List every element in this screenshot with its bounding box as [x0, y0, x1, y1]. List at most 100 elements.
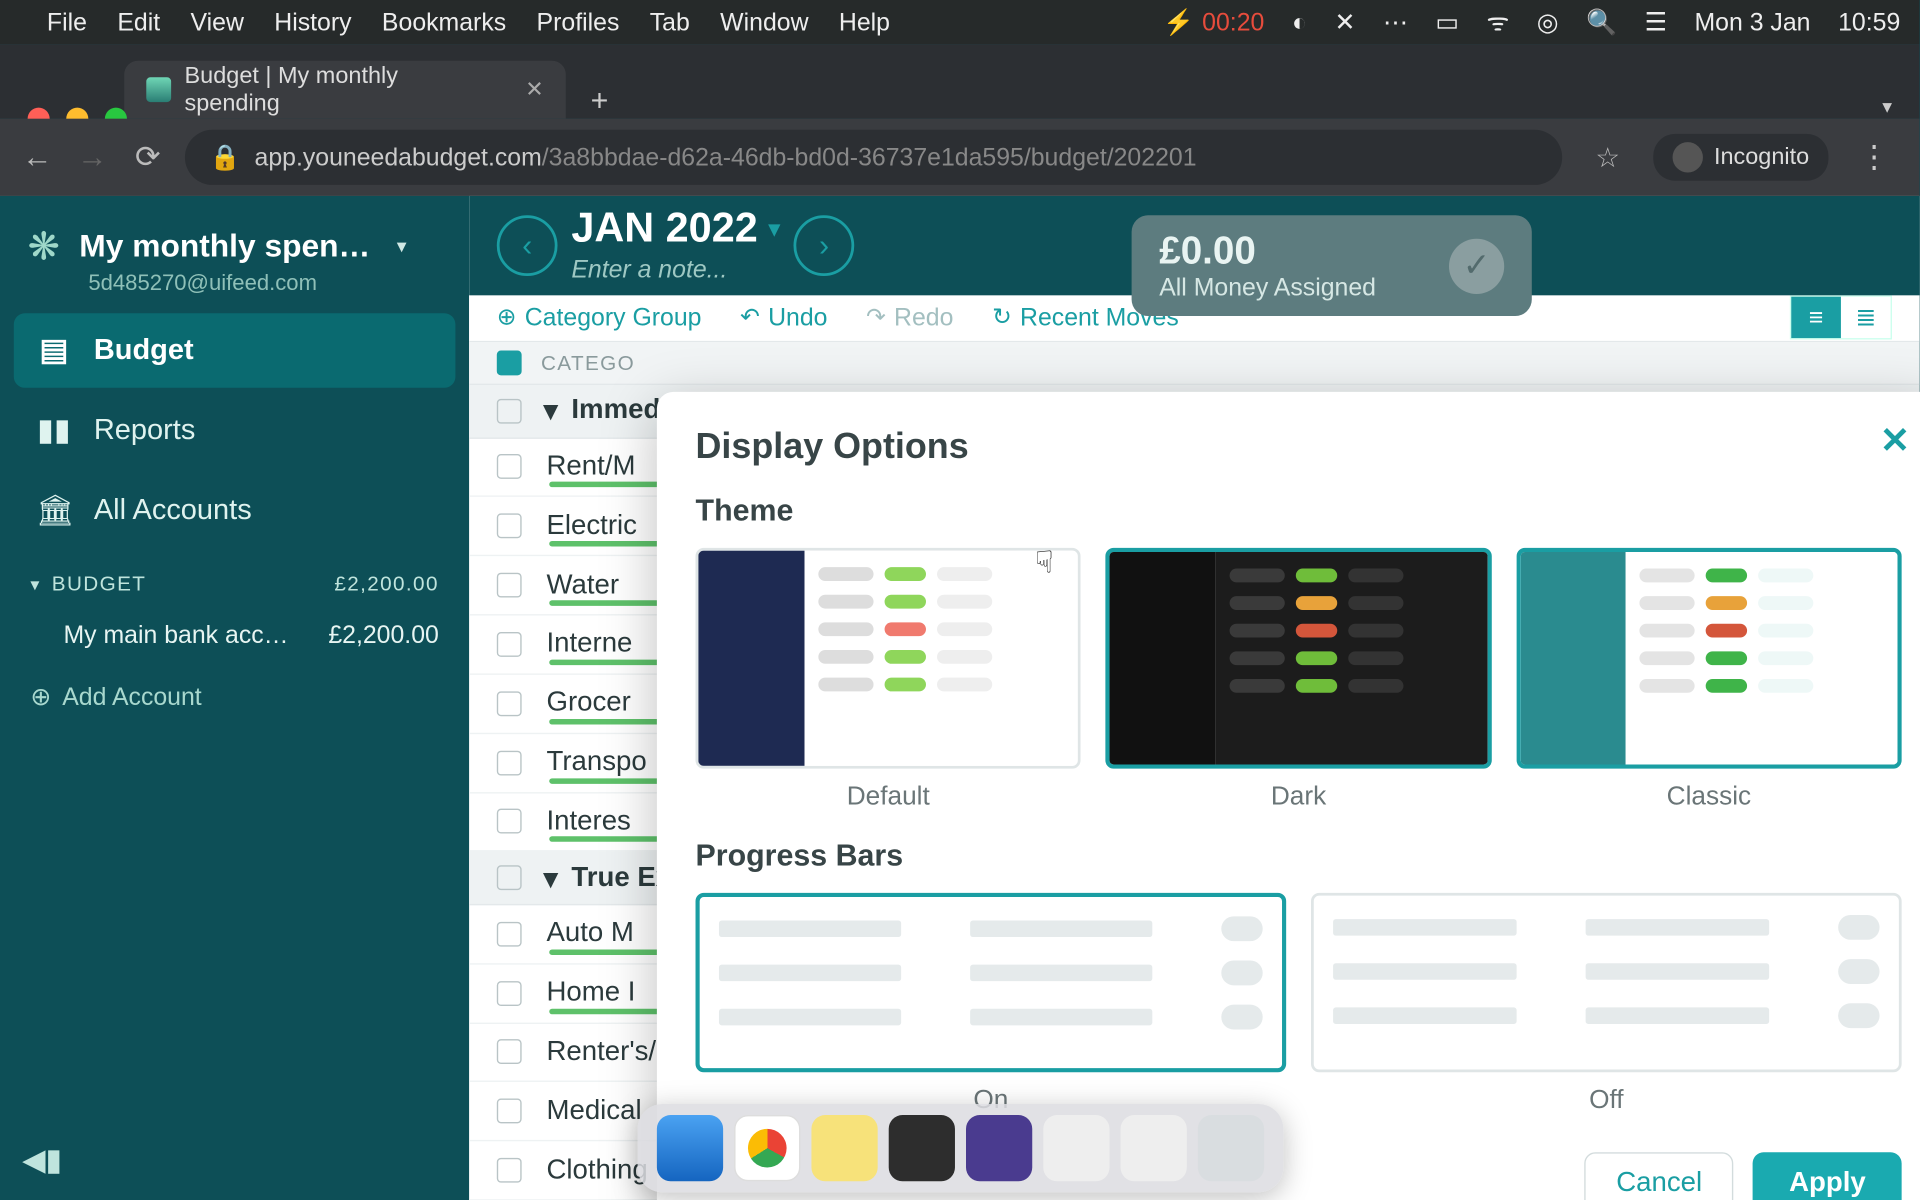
plus-icon: ⊕ [497, 304, 517, 332]
main-panel: ‹ JAN 2022▾ Enter a note... › £0.00 All … [469, 196, 1919, 1200]
caret-down-icon[interactable]: ▾ [544, 394, 558, 429]
caret-down-icon[interactable]: ▾ [544, 861, 558, 896]
view-comfortable-icon[interactable]: ≡ [1791, 297, 1841, 338]
dock-trash-icon[interactable] [1197, 1115, 1263, 1181]
undo-button[interactable]: ↶Undo [740, 304, 827, 333]
battery-low-icon[interactable]: ⚡00:20 [1163, 8, 1264, 37]
checkbox[interactable] [497, 865, 522, 890]
control-center-icon[interactable]: ☰ [1645, 8, 1667, 37]
menu-help[interactable]: Help [839, 8, 890, 37]
apply-button[interactable]: Apply [1753, 1152, 1901, 1200]
theme-default[interactable]: Default [696, 548, 1081, 813]
tab-overflow-icon[interactable]: ▾ [1882, 95, 1892, 118]
menubar-time[interactable]: 10:59 [1838, 8, 1900, 37]
dock-preview-icon[interactable] [1120, 1115, 1186, 1181]
url-path: /3a8bbdae-d62a-46db-bd0d-36737e1da595/bu… [542, 143, 1197, 172]
spotlight-icon[interactable]: 🔍 [1586, 8, 1617, 37]
sidebar-account[interactable]: My main bank acc…£2,200.00 [0, 607, 469, 664]
progress-on[interactable] [696, 893, 1287, 1072]
chrome-toolbar: ← → ⟳ 🔒 app.youneedabudget.com/3a8bbdae-… [0, 119, 1920, 196]
menubar-date[interactable]: Mon 3 Jan [1694, 8, 1810, 37]
menu-view[interactable]: View [191, 8, 244, 37]
assigned-summary[interactable]: £0.00 All Money Assigned ✓ [1132, 215, 1532, 316]
month-picker[interactable]: JAN 2022▾ [571, 206, 780, 253]
browser-tab[interactable]: Budget | My monthly spending ✕ [124, 61, 566, 119]
favicon-icon [146, 77, 170, 102]
dock-terminal-icon[interactable] [888, 1115, 954, 1181]
progress-heading: Progress Bars [696, 838, 1902, 874]
plus-icon: ⊕ [30, 683, 51, 712]
address-bar[interactable]: 🔒 app.youneedabudget.com/3a8bbdae-d62a-4… [185, 130, 1562, 185]
budget-header: ‹ JAN 2022▾ Enter a note... › £0.00 All … [469, 196, 1919, 295]
add-account-button[interactable]: ⊕Add Account [0, 664, 469, 732]
back-button[interactable]: ← [19, 139, 55, 175]
status-icon[interactable]: ◎ [1537, 8, 1559, 37]
bookmark-icon[interactable]: ☆ [1595, 140, 1620, 175]
group-name: Immed [571, 395, 660, 427]
chevron-down-icon: ▾ [30, 574, 40, 595]
status-icon[interactable]: ⋯ [1383, 8, 1408, 37]
check-icon: ✓ [1449, 238, 1504, 293]
collapse-sidebar-icon[interactable]: ◀▮ [22, 1143, 62, 1179]
nav-budget[interactable]: ▤Budget [14, 313, 456, 388]
display-options-modal: Display Options ✕ Theme De [657, 392, 1920, 1200]
battery-icon[interactable]: ▭ [1435, 8, 1458, 37]
incognito-badge[interactable]: Incognito [1653, 134, 1828, 181]
chevron-down-icon: ▾ [397, 235, 407, 258]
select-all-checkbox[interactable] [497, 351, 522, 376]
menu-window[interactable]: Window [720, 8, 808, 37]
view-compact-icon[interactable]: ≣ [1841, 297, 1891, 338]
chrome-menu-icon[interactable]: ⋮ [1848, 139, 1900, 175]
progress-off[interactable] [1311, 893, 1902, 1072]
theme-classic[interactable]: Classic [1516, 548, 1901, 813]
user-email: 5d485270@uifeed.com [88, 272, 469, 297]
nav-accounts[interactable]: 🏛All Accounts [14, 473, 456, 548]
menu-history[interactable]: History [274, 8, 351, 37]
menu-tab[interactable]: Tab [650, 8, 690, 37]
dock-app-icon[interactable] [965, 1115, 1031, 1181]
cancel-button[interactable]: Cancel [1584, 1152, 1733, 1200]
forward-button: → [75, 139, 111, 175]
nav-reports[interactable]: ▮▮Reports [14, 393, 456, 468]
theme-heading: Theme [696, 493, 1902, 529]
menu-bookmarks[interactable]: Bookmarks [382, 8, 506, 37]
dock-finder-icon[interactable] [656, 1115, 722, 1181]
bank-icon: 🏛 [36, 493, 72, 529]
new-tab-button[interactable]: + [566, 83, 633, 119]
month-note-input[interactable]: Enter a note... [571, 256, 780, 285]
sidebar-section-budget[interactable]: ▾BUDGET £2,200.00 [0, 548, 469, 607]
add-category-group-button[interactable]: ⊕Category Group [497, 304, 702, 333]
menu-file[interactable]: File [47, 8, 87, 37]
modal-close-button[interactable]: ✕ [1880, 420, 1910, 463]
assigned-amount: £0.00 [1159, 229, 1376, 273]
status-icon[interactable]: ◐ [1292, 8, 1307, 37]
tab-close-icon[interactable]: ✕ [525, 76, 544, 104]
section-total: £2,200.00 [334, 573, 439, 596]
dock-notes-icon[interactable] [811, 1115, 877, 1181]
view-density-toggle[interactable]: ≡ ≣ [1790, 296, 1892, 340]
next-month-button[interactable]: › [794, 215, 855, 276]
column-header-row: CATEGO [469, 342, 1919, 385]
url-host: app.youneedabudget.com [255, 143, 542, 172]
dock-textedit-icon[interactable] [1043, 1115, 1109, 1181]
theme-dark[interactable]: Dark [1106, 548, 1491, 813]
mac-menubar: Chrome File Edit View History Bookmarks … [0, 0, 1920, 44]
bar-chart-icon: ▮▮ [36, 413, 72, 449]
dock-chrome-icon[interactable] [733, 1115, 799, 1181]
checkbox[interactable] [497, 399, 522, 424]
lock-icon: 🔒 [210, 143, 241, 172]
menu-edit[interactable]: Edit [117, 8, 160, 37]
sidebar: ❋ My monthly spend… ▾ 5d485270@uifeed.co… [0, 196, 469, 1200]
redo-button: ↷Redo [866, 304, 953, 333]
modal-title: Display Options [696, 425, 1902, 468]
prev-month-button[interactable]: ‹ [497, 215, 558, 276]
undo-icon: ↶ [740, 304, 760, 332]
chrome-tabstrip: Budget | My monthly spending ✕ + ▾ [0, 44, 1920, 119]
status-icon[interactable]: ✕ [1335, 8, 1356, 37]
budget-switcher[interactable]: ❋ My monthly spend… ▾ [0, 210, 469, 278]
wifi-icon[interactable]: ᯤ [1486, 6, 1509, 39]
reload-button[interactable]: ⟳ [130, 139, 166, 175]
column-header-category: CATEGO [541, 351, 635, 374]
assigned-label: All Money Assigned [1159, 273, 1376, 302]
menu-profiles[interactable]: Profiles [537, 8, 620, 37]
